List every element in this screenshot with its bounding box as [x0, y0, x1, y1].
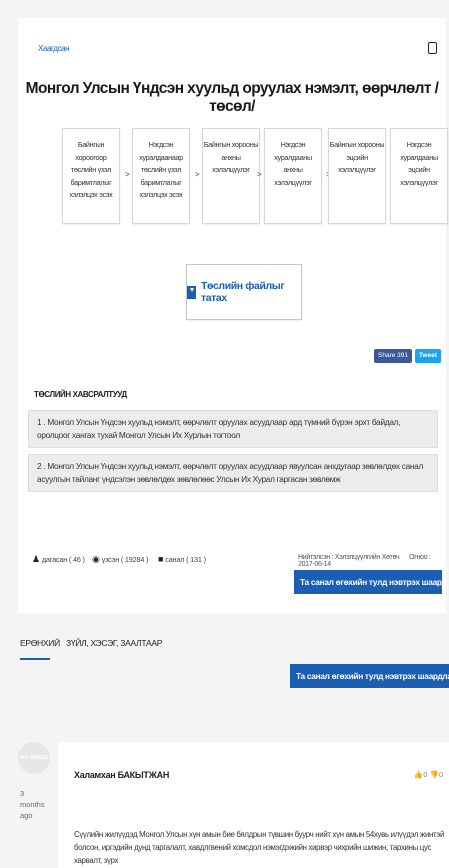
login-to-vote-button-2[interactable]: Та санал өгөхийн тулд нэвтрэх шаардлагат…: [290, 664, 449, 688]
tab-general[interactable]: ЕРӨНХИЙ: [20, 638, 60, 648]
download-icon: [187, 285, 196, 299]
active-tab-indicator: [20, 658, 50, 660]
attachment-item[interactable]: 2 . Монгол Улсын Үндсэн хуульд нэмэлт, ө…: [28, 454, 438, 492]
comment-votes[interactable]: 👍0 👎0: [414, 770, 443, 779]
comment-author: Халамхан БАКЫТЖАН: [74, 770, 170, 780]
download-file-button[interactable]: Төслийн файлыг татах: [186, 264, 302, 320]
step-6: Нэгдсэн хуралдааны эцсийн хэлэлцүүлэг: [390, 128, 448, 224]
publish-info: Нийтэлсэн : Хэлэлцүүлгийн Хөтөч Огноо : …: [298, 554, 446, 568]
step-arrow-icon: >: [195, 170, 200, 179]
publisher: Нийтэлсэн : Хэлэлцүүлгийн Хөтөч: [298, 554, 400, 561]
page-title: Монгол Улсын Үндсэн хуульд оруулах нэмэл…: [25, 80, 439, 115]
step-5: Байнгын хорооны эцсийн хэлэлцүүлэг: [328, 128, 386, 224]
tab-articles[interactable]: ЗҮЙЛ, ХЭСЭГ, ЗААЛТААР: [66, 638, 162, 648]
user-icon: ♟: [32, 554, 40, 564]
bookmark-icon[interactable]: [428, 42, 437, 54]
login-to-vote-button[interactable]: Та санал өгөхийн тулд нэвтрэх шаардлагат…: [294, 570, 442, 594]
followers-stat: ♟ дагасан ( 46 ): [32, 554, 85, 564]
step-1: Байнгын хороогоор төслийн үзэл баримтлал…: [62, 128, 120, 224]
comment-text: Сүүлийн жилүүдэд Монгол Улсын хүн амын б…: [74, 830, 445, 865]
attachment-item[interactable]: 1 . Монгол Улсын Үндсэн хуульд нэмэлт, ө…: [28, 410, 438, 448]
avatar: NO IMAGE: [18, 742, 50, 774]
facebook-share-button[interactable]: Share 391: [374, 349, 412, 363]
eye-icon: ◉: [92, 554, 100, 564]
tweet-button[interactable]: Tweet: [415, 349, 441, 363]
bill-card: Хаагдсан Монгол Улсын Үндсэн хуульд оруу…: [18, 18, 449, 613]
comment-card: Халамхан БАКЫТЖАН 👍0 👎0 Сүүлийн жилүүдэд…: [58, 742, 449, 868]
status-label: Хаагдсан: [38, 44, 70, 53]
step-arrow-icon: >: [125, 170, 130, 179]
download-label: Төслийн файлыг татах: [200, 280, 285, 304]
comments-stat: ■ санал ( 131 ): [158, 554, 206, 564]
step-arrow-icon: >: [257, 170, 262, 179]
step-3: Байнгын хорооны анхны хэлэлцүүлэг: [202, 128, 260, 224]
step-2: Нэгдсэн хуралдаанаар төслийн үзэл баримт…: [132, 128, 190, 224]
comment-icon: ■: [158, 554, 164, 564]
step-4: Нэгдсэн хуралдааны анхны хэлэлцүүлэг: [264, 128, 322, 224]
attachments-heading: ТӨСЛИЙН ХАВСРАЛТУУД: [34, 390, 127, 399]
views-stat: ◉ үзсэн ( 19284 ): [92, 554, 149, 564]
stage-steps: Байнгын хороогоор төслийн үзэл баримтлал…: [62, 128, 449, 228]
comment-time: 3 months ago: [20, 789, 45, 820]
